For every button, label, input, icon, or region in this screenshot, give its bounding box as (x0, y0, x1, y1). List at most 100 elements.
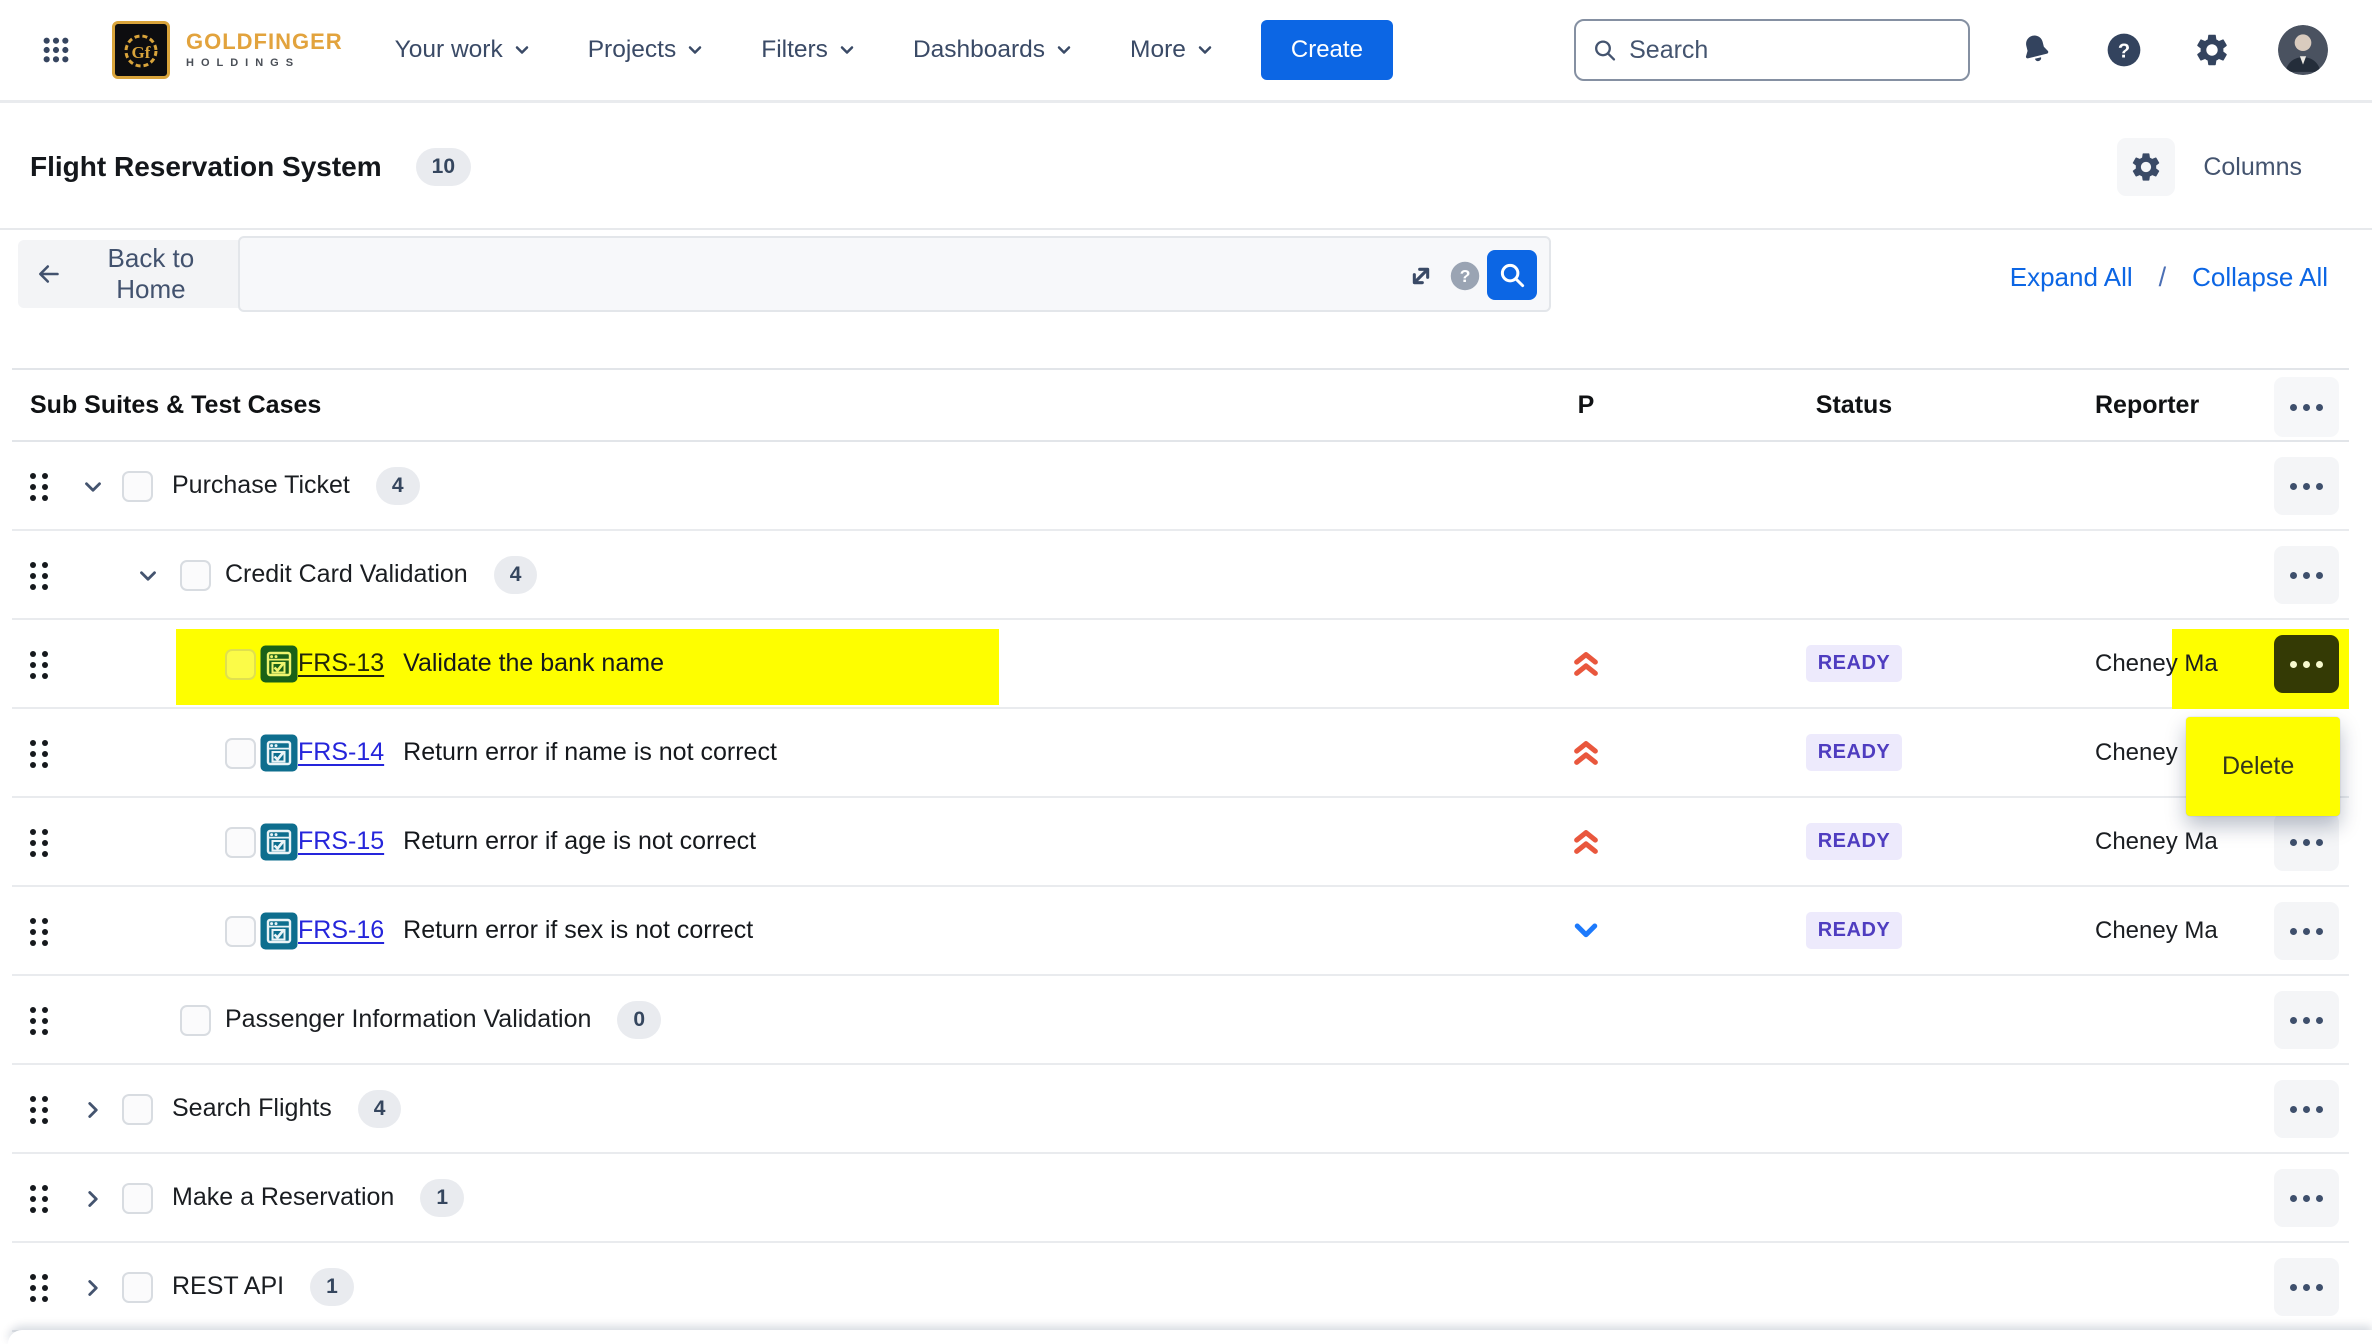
suite-row: Search Flights4 (12, 1065, 2349, 1154)
context-menu-item-delete[interactable]: Delete (2186, 752, 2340, 781)
ellipsis-icon (2316, 661, 2323, 668)
drag-handle[interactable] (30, 1185, 48, 1213)
suite-name: Purchase Ticket (172, 471, 350, 500)
user-avatar[interactable] (2278, 25, 2328, 75)
row-checkbox[interactable] (180, 560, 211, 591)
row-label: FRS-16Return error if sex is not correct (298, 887, 753, 974)
drag-handle[interactable] (30, 1096, 48, 1124)
suite-name: Credit Card Validation (225, 560, 468, 589)
help-button[interactable]: ? (2102, 28, 2146, 72)
collapse-all-link[interactable]: Collapse All (2192, 262, 2328, 293)
global-search (1574, 19, 1970, 81)
ellipsis-icon (2290, 483, 2297, 490)
drag-handle[interactable] (30, 1274, 48, 1302)
row-checkbox[interactable] (122, 1094, 153, 1125)
drag-handle[interactable] (30, 473, 48, 501)
status-cell: READY (1794, 620, 1914, 707)
table-actions-button[interactable] (2274, 377, 2339, 437)
nav-projects[interactable]: Projects (588, 36, 706, 64)
settings-button[interactable] (2190, 28, 2234, 72)
test-case-row: READYCheney MaFRS-13Validate the bank na… (12, 620, 2349, 709)
row-checkbox[interactable] (180, 1005, 211, 1036)
global-search-input[interactable] (1629, 36, 1952, 65)
ellipsis-icon (2316, 928, 2323, 935)
collapse-chevron[interactable] (135, 563, 161, 589)
suite-row: Make a Reservation1 (12, 1154, 2349, 1243)
row-actions-button[interactable] (2274, 546, 2339, 604)
navbar-right: ? (1574, 19, 2328, 81)
expand-all-link[interactable]: Expand All (2010, 262, 2133, 293)
expand-collapse-controls: Expand All / Collapse All (2010, 262, 2328, 293)
row-checkbox[interactable] (122, 1183, 153, 1214)
row-actions-button[interactable] (2274, 457, 2339, 515)
drag-handle[interactable] (30, 562, 48, 590)
help-circle-icon: ? (1449, 260, 1481, 292)
row-checkbox[interactable] (225, 649, 256, 680)
columns-label[interactable]: Columns (2203, 153, 2302, 182)
app-switcher-button[interactable] (34, 28, 78, 72)
create-button[interactable]: Create (1261, 20, 1393, 80)
row-actions-button[interactable] (2274, 1258, 2339, 1316)
drag-handle[interactable] (30, 651, 48, 679)
nav-dashboards[interactable]: Dashboards (913, 36, 1074, 64)
expand-editor-button[interactable] (1405, 260, 1437, 292)
row-checkbox[interactable] (225, 738, 256, 769)
row-actions-button[interactable] (2274, 1169, 2339, 1227)
priority-highest-icon (1556, 620, 1616, 707)
top-navbar: Gf GOLDFINGER HOLDINGS Your work Project… (0, 0, 2372, 103)
nav-your-work-label: Your work (395, 36, 503, 64)
test-case-icon (260, 734, 298, 772)
search-help-button[interactable]: ? (1449, 260, 1481, 292)
drag-handle[interactable] (30, 829, 48, 857)
row-actions-button[interactable] (2274, 813, 2339, 871)
test-case-key-link[interactable]: FRS-14 (298, 738, 384, 767)
collapse-chevron[interactable] (80, 474, 106, 500)
nav-your-work[interactable]: Your work (395, 36, 532, 64)
status-badge: READY (1806, 734, 1903, 771)
drag-handle[interactable] (30, 918, 48, 946)
row-actions-button[interactable] (2274, 991, 2339, 1049)
test-case-icon (260, 823, 298, 861)
back-to-home-button[interactable]: Back to Home (18, 240, 244, 308)
drag-handle[interactable] (30, 740, 48, 768)
row-checkbox[interactable] (122, 471, 153, 502)
test-case-key-link[interactable]: FRS-15 (298, 827, 384, 856)
ellipsis-icon (2303, 839, 2310, 846)
drag-handle[interactable] (30, 1007, 48, 1035)
chevron-down-icon (1054, 40, 1074, 60)
page-header: Flight Reservation System 10 Columns (0, 106, 2372, 230)
ellipsis-icon (2303, 1284, 2310, 1291)
expand-chevron[interactable] (80, 1186, 106, 1212)
gear-icon (2193, 31, 2231, 69)
status-badge: READY (1806, 912, 1903, 949)
row-label: Passenger Information Validation0 (225, 976, 661, 1063)
expand-chevron[interactable] (80, 1097, 106, 1123)
notifications-button[interactable] (2014, 28, 2058, 72)
brand-logo[interactable]: Gf GOLDFINGER HOLDINGS (112, 21, 343, 79)
jql-search-input[interactable] (256, 246, 1365, 304)
reporter-name: Cheney Ma (2095, 917, 2218, 945)
ellipsis-icon (2290, 661, 2297, 668)
reporter-name: Cheney Ma (2095, 828, 2218, 856)
row-actions-button[interactable] (2274, 1080, 2339, 1138)
row-checkbox[interactable] (225, 916, 256, 947)
nav-filters[interactable]: Filters (761, 36, 857, 64)
run-search-button[interactable] (1487, 250, 1537, 300)
row-label: FRS-13Validate the bank name (298, 620, 664, 707)
test-case-key-link[interactable]: FRS-13 (298, 649, 384, 678)
nav-more[interactable]: More (1130, 36, 1215, 64)
test-case-key-link[interactable]: FRS-16 (298, 916, 384, 945)
row-checkbox[interactable] (122, 1272, 153, 1303)
expand-chevron[interactable] (80, 1275, 106, 1301)
row-actions-button[interactable] (2274, 635, 2339, 693)
status-cell: READY (1794, 798, 1914, 885)
priority-highest-icon (1556, 709, 1616, 796)
arrow-left-icon (36, 260, 62, 288)
ellipsis-icon (2303, 572, 2310, 579)
columns-settings-button[interactable] (2117, 138, 2175, 196)
row-actions-button[interactable] (2274, 902, 2339, 960)
row-checkbox[interactable] (225, 827, 256, 858)
ellipsis-icon (2290, 839, 2297, 846)
ellipsis-icon (2290, 572, 2297, 579)
ellipsis-icon (2290, 1284, 2297, 1291)
